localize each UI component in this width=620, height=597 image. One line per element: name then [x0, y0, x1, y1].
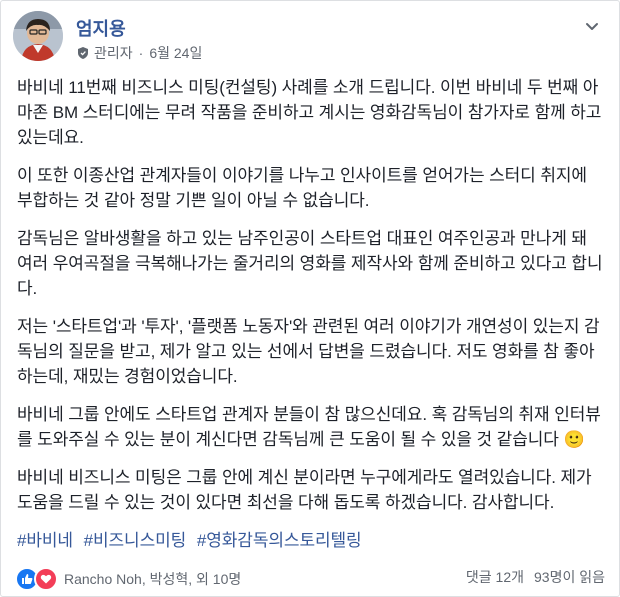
post-card: 엄지용 관리자 · 6월 24일 바비네 11번째 비즈니스 미팅(컨설팅) 사… [0, 0, 620, 597]
seen-count[interactable]: 93명이 읽음 [534, 567, 605, 587]
hashtag-link[interactable]: #영화감독의스토리텔링 [197, 531, 362, 550]
author-name[interactable]: 엄지용 [76, 15, 126, 41]
post-paragraph: 바비네 11번째 비즈니스 미팅(컨설팅) 사례를 소개 드립니다. 이번 바비… [17, 78, 602, 147]
chevron-down-icon[interactable] [583, 17, 601, 35]
reaction-names[interactable]: Rancho Noh, 박성혁, 외 10명 [64, 569, 241, 589]
post-footer: Rancho Noh, 박성혁, 외 10명 댓글 12개 93명이 읽음 [15, 563, 605, 593]
reaction-summary[interactable]: Rancho Noh, 박성혁, 외 10명 [15, 567, 241, 591]
post-paragraph: 감독님은 알바생활을 하고 있는 남주인공이 스타트업 대표인 여주인공과 만나… [17, 229, 603, 298]
hashtag-list: #바비네 #비즈니스미팅 #영화감독의스토리텔링 [17, 528, 605, 553]
post-paragraph: 이 또한 이종산업 관계자들이 이야기를 나누고 인사이트를 얻어가는 스터디 … [17, 166, 587, 210]
love-icon [34, 567, 58, 591]
post-paragraph: 바비네 그룹 안에도 스타트업 관계자 분들이 참 많으신데요. 혹 감독님의 … [17, 405, 601, 449]
role-label: 관리자 [94, 45, 133, 61]
author-avatar[interactable] [13, 11, 63, 61]
post-body: 바비네 11번째 비즈니스 미팅(컨설팅) 사례를 소개 드립니다. 이번 바비… [17, 75, 605, 566]
post-meta: 관리자 · 6월 24일 [76, 43, 202, 63]
post-paragraph: 저는 '스타트업'과 '투자', '플랫폼 노동자'와 관련된 여러 이야기가 … [17, 317, 600, 386]
post-stats: 댓글 12개 93명이 읽음 [466, 567, 605, 587]
admin-shield-icon [78, 47, 88, 59]
meta-separator: · [138, 45, 144, 61]
post-date[interactable]: 6월 24일 [149, 43, 202, 63]
hashtag-link[interactable]: #비즈니스미팅 [84, 531, 187, 550]
hashtag-link[interactable]: #바비네 [17, 531, 73, 550]
post-header: 엄지용 관리자 · 6월 24일 [13, 11, 607, 65]
comment-count[interactable]: 댓글 12개 [466, 567, 524, 587]
avatar-image [13, 11, 63, 61]
post-paragraph: 바비네 비즈니스 미팅은 그룹 안에 계신 분이라면 누구에게라도 열려있습니다… [17, 468, 592, 512]
